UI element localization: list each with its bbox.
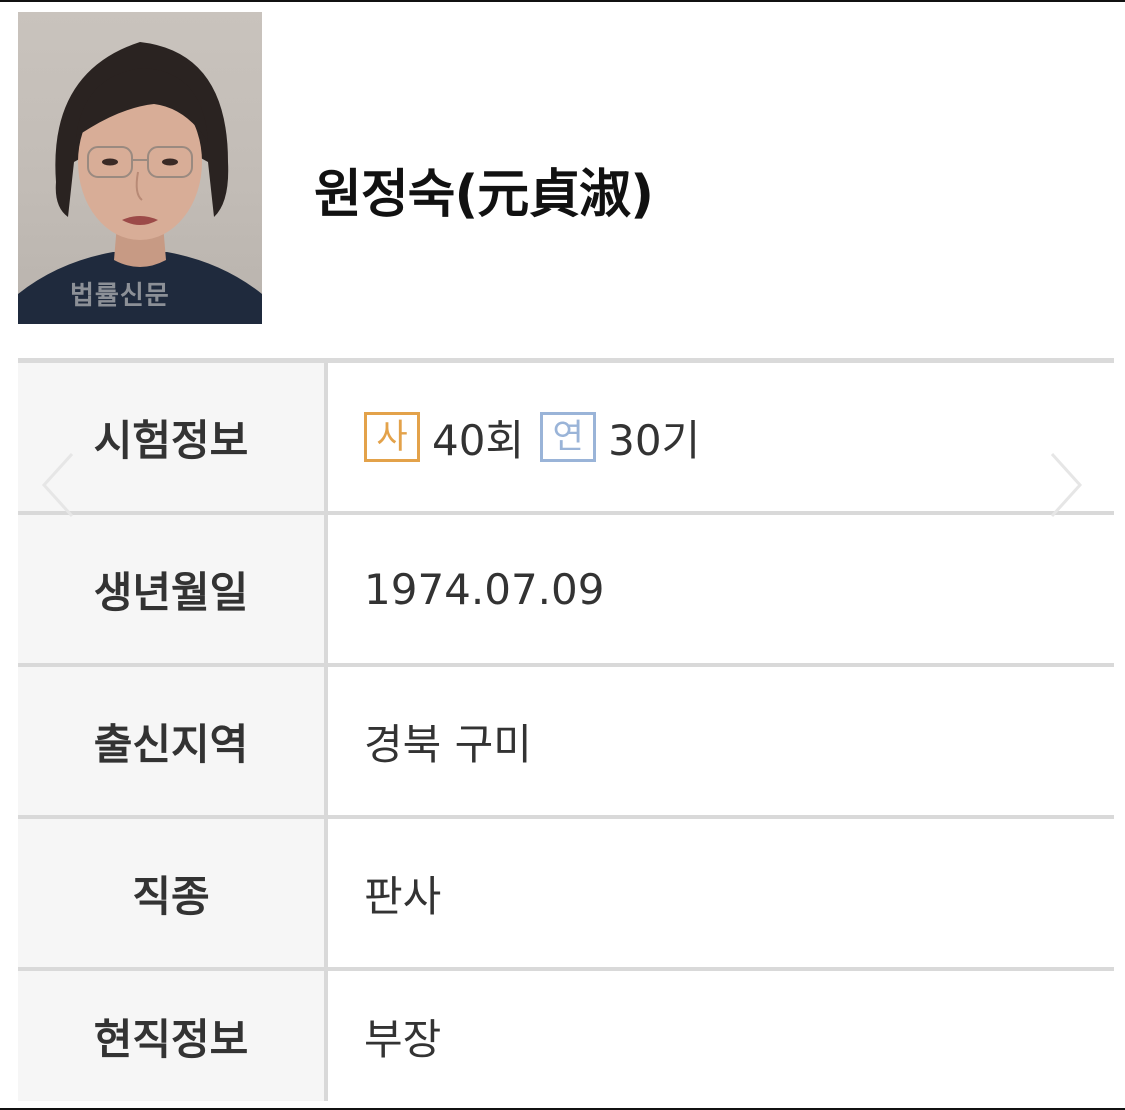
exam-value: 40회	[432, 415, 525, 465]
profile-header: 법률신문 원정숙(元貞淑)	[18, 12, 1108, 324]
photo-watermark: 법률신문	[70, 281, 170, 311]
table-row-birthdate: 생년월일 1974.07.09	[18, 515, 1114, 667]
profile-name: 원정숙(元貞淑)	[314, 165, 654, 225]
table-row-occupation: 직종 판사	[18, 819, 1114, 971]
row-value: 부장	[364, 1014, 442, 1064]
row-label: 생년월일	[18, 515, 328, 663]
row-label: 현직정보	[18, 971, 328, 1101]
table-row-position: 현직정보 부장	[18, 971, 1114, 1101]
chevron-left-icon[interactable]	[38, 450, 78, 520]
row-value-exam: 사 40회 연 30기	[328, 363, 1114, 511]
table-row-exam: 시험정보 사 40회 연 30기	[18, 363, 1114, 515]
table-row-region: 출신지역 경북 구미	[18, 667, 1114, 819]
row-value: 판사	[364, 871, 442, 921]
profile-photo: 법률신문	[18, 12, 262, 324]
chevron-right-icon[interactable]	[1046, 450, 1086, 520]
training-value: 30기	[608, 415, 701, 465]
exam-badge: 사	[364, 412, 420, 462]
training-badge: 연	[540, 412, 597, 462]
row-value: 경북 구미	[364, 719, 532, 769]
row-label: 출신지역	[18, 667, 328, 815]
profile-info-table: 시험정보 사 40회 연 30기 생년월일 1974.07.09 출신지역 경북…	[18, 358, 1114, 1101]
row-value: 1974.07.09	[364, 564, 605, 614]
row-label: 직종	[18, 819, 328, 967]
